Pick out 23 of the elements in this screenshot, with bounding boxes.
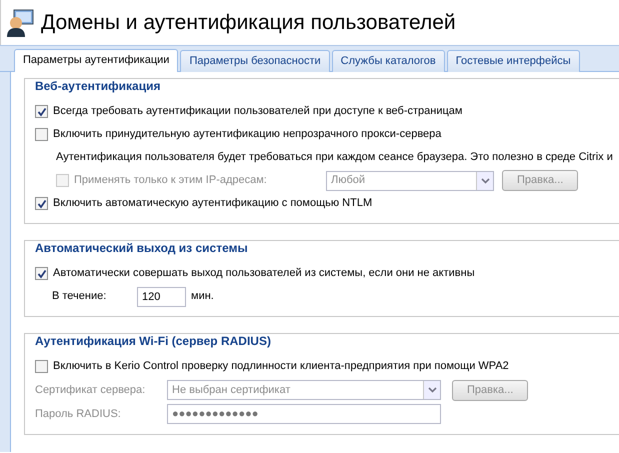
- tab[interactable]: Параметры аутентификации: [14, 49, 178, 72]
- checkbox-label: Включить автоматическую аутентификацию с помощью NTLM: [53, 196, 372, 212]
- checkbox-label: Включить в Kerio Control проверку подлинности клиента-предприятия при помощи WPA2: [53, 359, 509, 374]
- checkbox[interactable]: [35, 360, 48, 373]
- field-label: Пароль RADIUS:: [35, 406, 122, 422]
- checkbox-label: Автоматически совершать выход пользователей из системы, если они не активны: [53, 266, 475, 282]
- tab[interactable]: Гостевые интерфейсы: [446, 50, 580, 72]
- unit-label: мин.: [191, 289, 214, 304]
- field-label: Сертификат сервера:: [35, 382, 146, 398]
- checkbox[interactable]: [35, 128, 48, 141]
- window-title: Домены и аутентификация пользователей: [41, 10, 456, 36]
- tab[interactable]: Параметры безопасности: [180, 50, 330, 72]
- checkbox[interactable]: [35, 197, 48, 210]
- number-field[interactable]: 120: [137, 286, 186, 306]
- checkbox[interactable]: [35, 105, 48, 118]
- checkbox-label: Включить принудительную аутентификацию непрозрачного прокси-сервера: [53, 127, 442, 142]
- users-icon: [5, 8, 35, 38]
- checkbox-label: Применять только к этим IP-адресам:: [74, 173, 268, 188]
- field-label: В течение:: [52, 289, 108, 304]
- checkbox[interactable]: [35, 267, 48, 280]
- description-text: Аутентификация пользователя будет требоваться при каждом сеансе браузера. Это полезно в среде Citrix и: [56, 150, 613, 166]
- tab[interactable]: Службы каталогов: [332, 50, 445, 72]
- checkbox-label: Всегда требовать аутентификации пользователей при доступе к веб-страницам: [53, 104, 462, 120]
